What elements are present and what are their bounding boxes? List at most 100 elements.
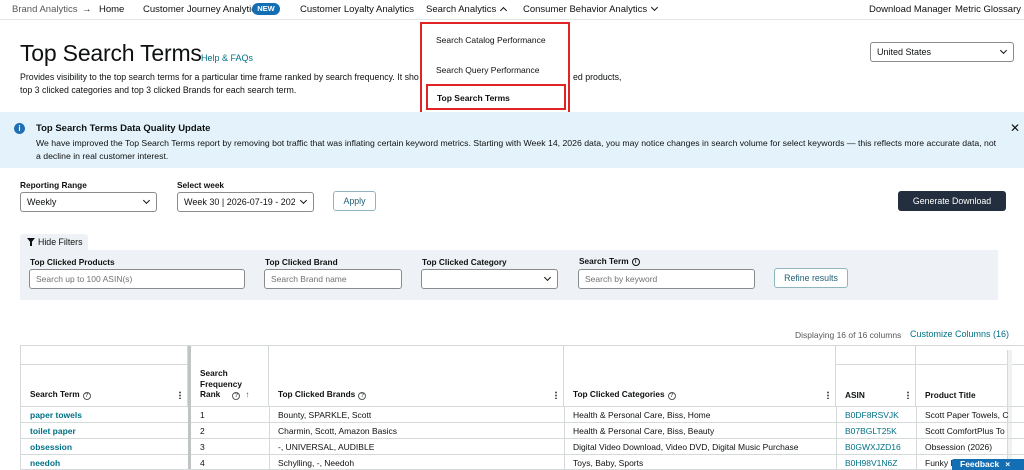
table-row[interactable]: obsession 3 -, UNIVERSAL, AUDIBLE Digita… <box>21 438 1024 454</box>
categories-cell: Health & Personal Care, Biss, Home <box>573 410 711 420</box>
brands-cell: Bounty, SPARKLE, Scott <box>278 410 372 420</box>
top-clicked-brand-input[interactable] <box>264 269 402 289</box>
help-icon: ? <box>232 392 241 400</box>
table-row[interactable]: toilet paper 2 Charmin, Scott, Amazon Ba… <box>21 422 1024 438</box>
rank-cell: 4 <box>200 458 205 468</box>
help-faqs-link[interactable]: Help & FAQs <box>201 53 253 63</box>
search-term-link[interactable]: paper towels <box>30 410 82 420</box>
feedback-button[interactable]: Feedback × <box>952 459 1024 470</box>
header-group-divider-left <box>21 364 188 365</box>
top-clicked-products-input[interactable] <box>29 269 245 289</box>
column-menu-icon[interactable] <box>555 391 557 399</box>
asin-link[interactable]: B0DF8RSVJK <box>845 410 899 420</box>
rank-cell: 1 <box>200 410 205 420</box>
apply-button[interactable]: Apply <box>333 191 376 211</box>
column-header-asin-text: ASIN <box>845 390 865 400</box>
info-icon: i <box>631 258 640 266</box>
select-week-select[interactable]: Week 30 | 2026-07-19 - 2026 <box>177 192 314 212</box>
column-divider <box>269 406 270 469</box>
banner-text-line-1: We have improved the Top Search Terms re… <box>36 138 997 148</box>
help-icon: ? <box>82 392 91 400</box>
nav-metric-glossary[interactable]: Metric Glossary <box>955 4 1021 15</box>
close-icon[interactable]: × <box>1005 459 1010 469</box>
select-week-value: Week 30 | 2026-07-19 - 2026 <box>184 197 295 207</box>
asin-link[interactable]: B07BGLT25K <box>845 426 897 436</box>
new-badge: NEW <box>252 3 280 15</box>
column-header-top-clicked-categories[interactable]: Top Clicked Categories? <box>564 346 836 406</box>
column-header-brands-label: Top Clicked Brands? <box>278 389 367 400</box>
nav-home[interactable]: Home <box>99 4 124 15</box>
page-description-line-1: Provides visibility to the top search te… <box>20 72 419 82</box>
search-term-input[interactable] <box>578 269 755 289</box>
chevron-down-icon <box>299 196 308 205</box>
nav-customer-journey-analytics[interactable]: Customer Journey Analytics <box>143 4 261 15</box>
search-term-link[interactable]: toilet paper <box>30 426 76 436</box>
reporting-range-select[interactable]: Weekly <box>20 192 157 212</box>
banner-text-line-2: a decline in real customer interest. <box>36 151 169 161</box>
nav-consumer-behavior-label: Consumer Behavior Analytics <box>523 4 648 15</box>
column-divider <box>916 406 917 469</box>
search-terms-table: Search Term? Search Frequency Rank? ↑ Top… <box>20 345 1024 470</box>
menu-item-search-catalog-performance[interactable]: Search Catalog Performance <box>436 35 546 45</box>
close-icon[interactable]: ✕ <box>1010 121 1020 135</box>
top-clicked-category-select[interactable] <box>421 269 558 289</box>
column-header-brands-text: Top Clicked Brands <box>278 389 356 399</box>
column-header-search-term[interactable]: Search Term? <box>21 346 188 406</box>
categories-cell: Health & Personal Care, Biss, Beauty <box>573 426 715 436</box>
frozen-column-divider-body <box>188 406 191 469</box>
column-header-rank-line-3-text: Rank <box>200 389 221 399</box>
column-header-asin[interactable]: ASIN <box>836 346 916 406</box>
nav-customer-loyalty-analytics[interactable]: Customer Loyalty Analytics <box>300 4 414 15</box>
nav-consumer-behavior-analytics[interactable]: Consumer Behavior Analytics <box>523 3 659 15</box>
search-term-link[interactable]: obsession <box>30 442 72 452</box>
chevron-down-icon <box>543 273 552 282</box>
sort-ascending-icon[interactable]: ↑ <box>245 389 249 399</box>
rank-cell: 2 <box>200 426 205 436</box>
feedback-label: Feedback <box>960 459 1000 469</box>
nav-arrow-icon: → <box>82 4 92 15</box>
generate-download-button[interactable]: Generate Download <box>898 191 1006 211</box>
customize-columns-link[interactable]: Customize Columns (16) <box>910 329 1009 339</box>
info-icon: i <box>14 123 25 134</box>
help-icon: ? <box>358 392 367 400</box>
product-title-cell: Scott ComfortPlus To <box>925 426 1005 436</box>
brands-cell: -, UNIVERSAL, AUDIBLE <box>278 442 375 452</box>
column-menu-icon[interactable] <box>907 391 909 399</box>
search-term-link[interactable]: needoh <box>30 458 60 468</box>
column-header-search-frequency-rank[interactable]: Search Frequency Rank? ↑ <box>191 346 269 406</box>
chevron-down-icon <box>999 46 1008 55</box>
brands-cell: Schylling, -, Needoh <box>278 458 355 468</box>
filter-icon-stem <box>30 242 32 246</box>
table-row[interactable]: needoh 4 Schylling, -, Needoh Toys, Baby… <box>21 454 1024 469</box>
asin-link[interactable]: B0GWXJZD16 <box>845 442 901 452</box>
menu-item-search-query-performance[interactable]: Search Query Performance <box>436 65 539 75</box>
refine-results-button[interactable]: Refine results <box>774 268 848 288</box>
reporting-range-value: Weekly <box>27 197 57 207</box>
column-header-product-title-text: Product Title <box>925 390 976 400</box>
column-header-rank-label: Search Frequency Rank? ↑ <box>200 368 249 400</box>
column-header-top-clicked-brands[interactable]: Top Clicked Brands? <box>269 346 564 406</box>
marketplace-select[interactable]: United States <box>870 42 1014 62</box>
rank-cell: 3 <box>200 442 205 452</box>
column-menu-icon[interactable] <box>827 391 829 399</box>
nav-download-manager[interactable]: Download Manager <box>869 4 951 15</box>
page-description-line-1-tail: ed products, <box>573 72 622 82</box>
menu-item-top-search-terms[interactable]: Top Search Terms <box>426 84 566 110</box>
categories-cell: Toys, Baby, Sports <box>573 458 644 468</box>
column-header-categories-label: Top Clicked Categories? <box>573 389 676 400</box>
table-row[interactable]: paper towels 1 Bounty, SPARKLE, Scott He… <box>21 406 1024 422</box>
chevron-down-icon <box>651 3 659 12</box>
reporting-range-label: Reporting Range <box>20 180 87 190</box>
nav-search-analytics[interactable]: Search Analytics <box>426 4 508 15</box>
top-clicked-products-label: Top Clicked Products <box>30 257 115 267</box>
displaying-columns-text: Displaying 16 of 16 columns <box>795 330 902 340</box>
menu-item-top-search-terms-label: Top Search Terms <box>437 93 510 103</box>
nav-brand-analytics[interactable]: Brand Analytics <box>12 4 77 15</box>
column-header-categories-text: Top Clicked Categories <box>573 389 665 399</box>
column-divider <box>836 406 837 469</box>
column-menu-icon[interactable] <box>179 391 181 399</box>
column-header-rank-line-3: Rank? ↑ <box>200 389 249 400</box>
nav-search-analytics-label: Search Analytics <box>426 4 497 15</box>
asin-link[interactable]: B0H98V1N6Z <box>845 458 897 468</box>
page-title: Top Search Terms <box>20 40 202 66</box>
